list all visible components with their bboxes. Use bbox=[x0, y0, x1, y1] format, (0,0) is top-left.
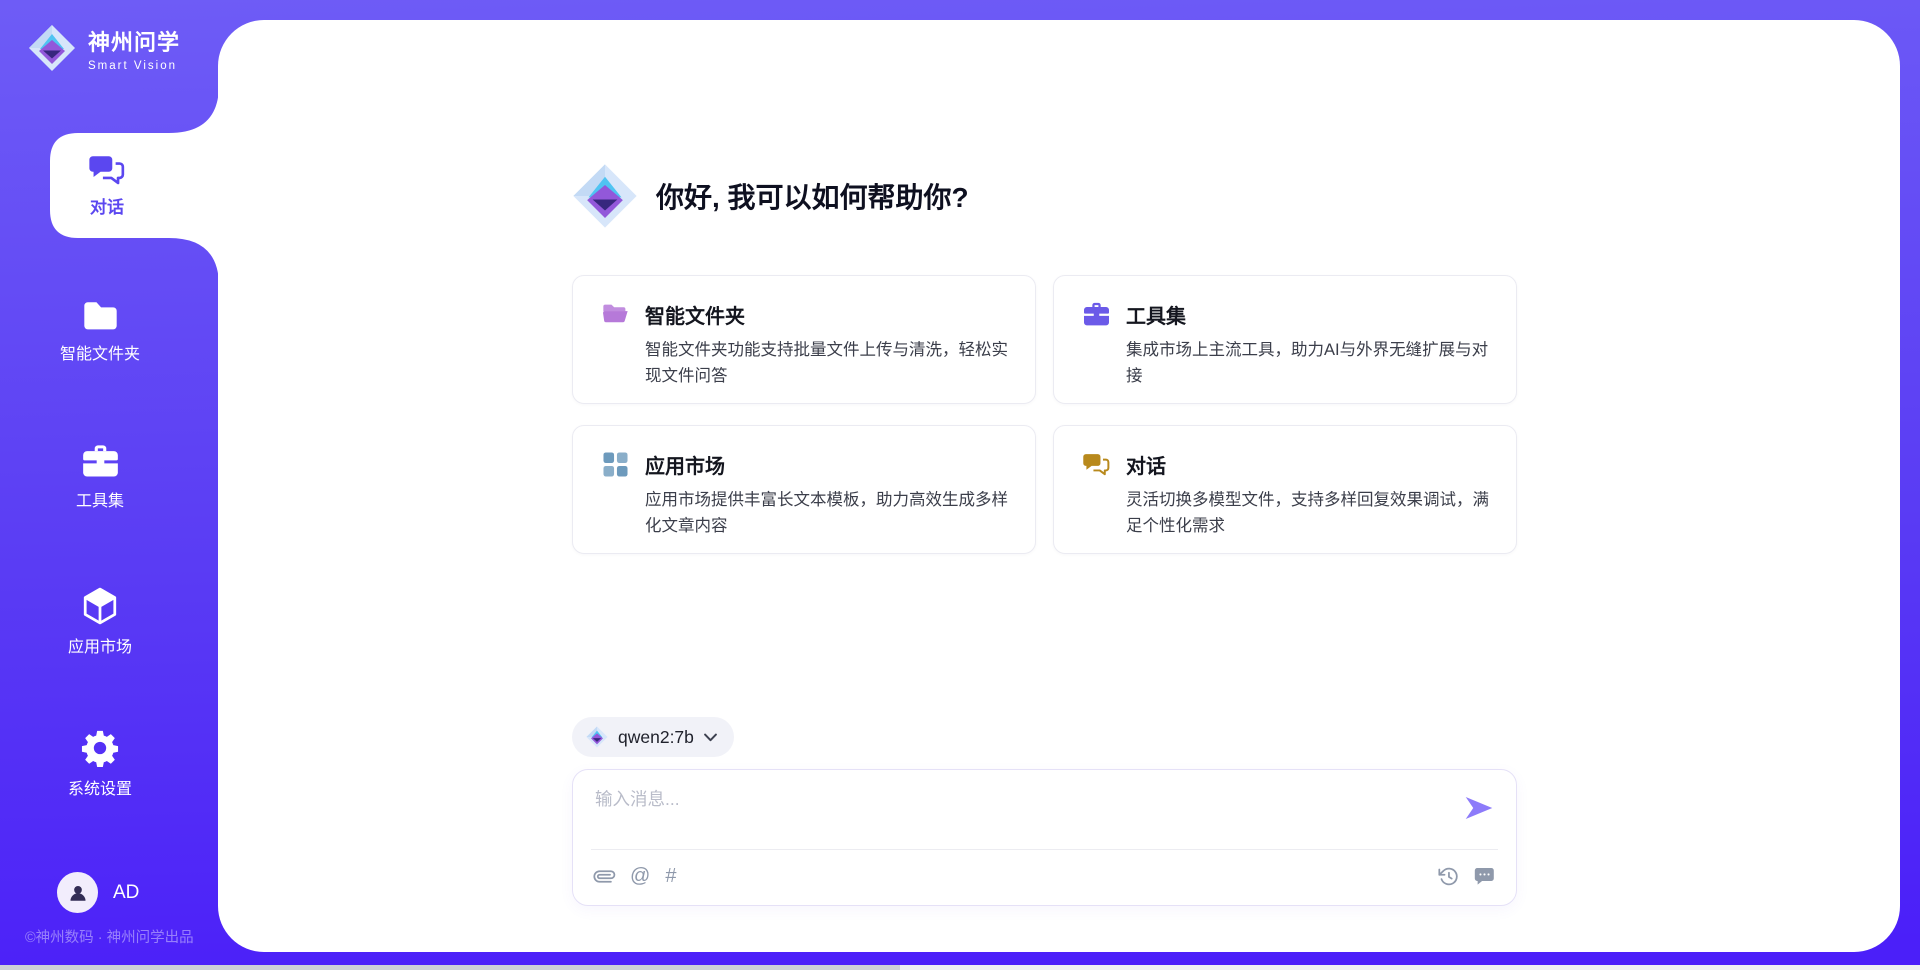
send-button[interactable] bbox=[1464, 794, 1494, 822]
topic-button[interactable]: # bbox=[665, 864, 676, 888]
sidebar-item-label: 应用市场 bbox=[68, 633, 132, 657]
mention-button[interactable]: @ bbox=[630, 864, 650, 888]
folder-open-icon bbox=[602, 302, 629, 327]
card-title: 工具集 bbox=[1126, 300, 1186, 329]
brand-subtitle: Smart Vision bbox=[88, 60, 180, 72]
folder-icon bbox=[82, 299, 119, 332]
main-content: 你好, 我可以如何帮助你? 智能文件夹 智能文件夹功能支持批量文件上传与清洗，轻… bbox=[572, 20, 1517, 952]
brand-name: 神州问学 bbox=[88, 25, 180, 57]
sidebar: 神州问学 Smart Vision 对话 智能文件夹 工具集 应用市场 系统设置… bbox=[0, 0, 218, 970]
greeting-text: 你好, 我可以如何帮助你? bbox=[656, 176, 969, 216]
comment-icon bbox=[1474, 866, 1495, 887]
user-profile[interactable]: AD bbox=[57, 872, 139, 913]
sidebar-item-settings[interactable]: 系统设置 bbox=[0, 729, 200, 799]
attach-file-button[interactable] bbox=[594, 864, 615, 888]
copyright-footer: ©神州数码 · 神州问学出品 bbox=[25, 926, 194, 947]
sidebar-item-chat[interactable]: 对话 bbox=[48, 133, 166, 238]
card-title: 应用市场 bbox=[645, 450, 725, 479]
scrollbar-thumb[interactable] bbox=[0, 965, 900, 970]
card-description: 智能文件夹功能支持批量文件上传与清洗，轻松实现文件问答 bbox=[645, 338, 1009, 389]
toolbox-icon bbox=[1083, 302, 1110, 327]
greeting-block: 你好, 我可以如何帮助你? bbox=[572, 163, 969, 229]
sidebar-item-label: 系统设置 bbox=[68, 775, 132, 799]
card-description: 灵活切换多模型文件，支持多样回复效果调试，满足个性化需求 bbox=[1126, 488, 1490, 539]
chat-bubbles-icon bbox=[89, 154, 125, 186]
chevron-down-icon bbox=[704, 733, 717, 742]
card-chat[interactable]: 对话 灵活切换多模型文件，支持多样回复效果调试，满足个性化需求 bbox=[1053, 425, 1517, 554]
card-toolset[interactable]: 工具集 集成市场上主流工具，助力AI与外界无缝扩展与对接 bbox=[1053, 275, 1517, 404]
composer-divider bbox=[591, 849, 1498, 850]
cube-icon bbox=[82, 587, 118, 625]
composer-tools-right bbox=[1438, 864, 1495, 888]
conversation-button[interactable] bbox=[1474, 864, 1495, 888]
message-composer: @ # bbox=[572, 769, 1517, 906]
sidebar-item-label: 智能文件夹 bbox=[60, 340, 140, 364]
horizontal-scrollbar bbox=[0, 965, 1920, 970]
sidebar-item-smart-folder[interactable]: 智能文件夹 bbox=[0, 299, 200, 364]
assistant-diamond-icon bbox=[572, 163, 638, 229]
feature-cards: 智能文件夹 智能文件夹功能支持批量文件上传与清洗，轻松实现文件问答 工具集 集成… bbox=[572, 275, 1517, 554]
at-icon: @ bbox=[630, 864, 650, 888]
model-name: qwen2:7b bbox=[618, 727, 694, 748]
send-icon bbox=[1464, 794, 1494, 822]
card-title: 对话 bbox=[1126, 450, 1166, 479]
user-initials: AD bbox=[113, 882, 139, 904]
avatar bbox=[57, 872, 98, 913]
person-icon bbox=[67, 882, 89, 904]
card-title: 智能文件夹 bbox=[645, 300, 745, 329]
brand-logo: 神州问学 Smart Vision bbox=[28, 24, 180, 72]
history-button[interactable] bbox=[1438, 864, 1459, 888]
card-description: 应用市场提供丰富长文本模板，助力高效生成多样化文章内容 bbox=[645, 488, 1009, 539]
brand-diamond-icon bbox=[28, 24, 76, 72]
paperclip-icon bbox=[590, 861, 620, 891]
card-app-market[interactable]: 应用市场 应用市场提供丰富长文本模板，助力高效生成多样化文章内容 bbox=[572, 425, 1036, 554]
message-input[interactable] bbox=[595, 786, 1435, 841]
model-diamond-icon bbox=[586, 726, 608, 748]
sidebar-item-toolset[interactable]: 工具集 bbox=[0, 444, 200, 511]
toolbox-icon bbox=[82, 444, 119, 479]
history-clock-icon bbox=[1438, 866, 1459, 887]
grid-icon bbox=[602, 452, 629, 477]
sidebar-item-label: 对话 bbox=[90, 193, 124, 218]
card-smart-folder[interactable]: 智能文件夹 智能文件夹功能支持批量文件上传与清洗，轻松实现文件问答 bbox=[572, 275, 1036, 404]
sidebar-item-app-market[interactable]: 应用市场 bbox=[0, 587, 200, 657]
composer-tools-left: @ # bbox=[594, 864, 676, 888]
chat-bubbles-icon bbox=[1083, 452, 1110, 477]
model-selector[interactable]: qwen2:7b bbox=[572, 717, 734, 757]
gear-icon bbox=[81, 729, 119, 767]
card-description: 集成市场上主流工具，助力AI与外界无缝扩展与对接 bbox=[1126, 338, 1490, 389]
sidebar-item-label: 工具集 bbox=[76, 487, 124, 511]
hash-icon: # bbox=[665, 864, 676, 888]
